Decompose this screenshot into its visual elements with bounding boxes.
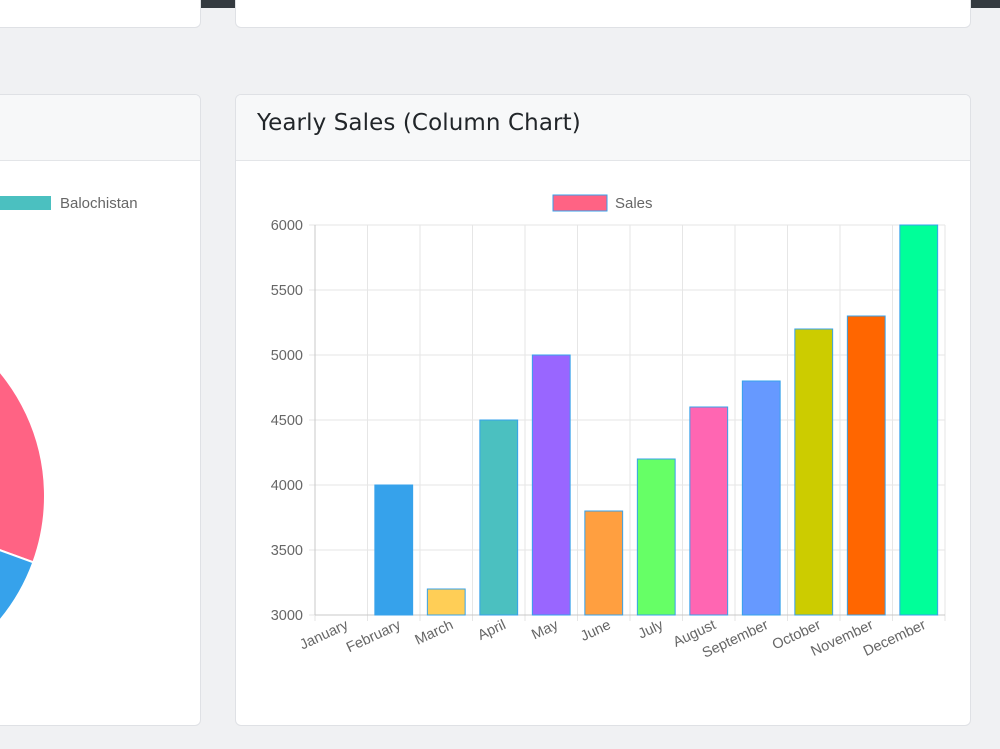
bar-june[interactable]: [584, 510, 624, 616]
x-tick-label: January: [297, 617, 351, 654]
x-tick-label: February: [344, 617, 404, 656]
legend-swatch-balochistan[interactable]: [0, 196, 51, 210]
bar-march[interactable]: [426, 588, 466, 616]
x-tick-label: June: [578, 617, 613, 645]
legend-label-balochistan[interactable]: Balochistan: [60, 195, 138, 212]
pie-slices: [0, 314, 46, 622]
column-chart: 3000 3500 4000 4500 5000 5500 6000 JanuaryFebr…: [271, 194, 946, 662]
y-tick-label: 6000: [271, 218, 303, 234]
pie-chart: Balochistan: [0, 195, 138, 622]
y-tick-label: 4000: [271, 478, 303, 494]
card-title: Yearly Sales (Column Chart): [257, 110, 581, 136]
x-tick-label: July: [636, 617, 667, 643]
x-axis-ticks: JanuaryFebruary March April May June July Augu…: [297, 617, 928, 662]
bar-july[interactable]: [636, 458, 676, 616]
bar-card-header: Yearly Sales (Column Chart): [236, 95, 970, 161]
y-axis-ticks: 3000 3500 4000 4500 5000 5500 6000: [271, 218, 303, 624]
y-tick-label: 3500: [271, 543, 303, 559]
y-tick-label: 5500: [271, 283, 303, 299]
top-left-card: [0, 0, 201, 28]
y-tick-label: 3000: [271, 608, 303, 624]
top-right-card: [235, 0, 971, 28]
x-tick-label: April: [475, 617, 508, 644]
bar-september[interactable]: [741, 380, 781, 616]
x-tick-label: March: [413, 617, 456, 649]
y-tick-label: 5000: [271, 348, 303, 364]
pie-card-header: [0, 95, 200, 161]
y-tick-label: 4500: [271, 413, 303, 429]
pie-slice-1[interactable]: [0, 314, 46, 564]
bar-february[interactable]: [374, 484, 414, 616]
chart-legend: Sales: [552, 194, 653, 212]
bar-august[interactable]: [689, 406, 729, 616]
legend-label-sales[interactable]: Sales: [615, 195, 653, 212]
pie-chart-card: Balochistan: [0, 94, 201, 726]
bar-october[interactable]: [794, 328, 834, 616]
legend-swatch-sales[interactable]: [552, 194, 608, 212]
column-chart-card: Yearly Sales (Column Chart) 3000 3500 4000…: [235, 94, 971, 726]
x-tick-label: May: [529, 617, 561, 643]
bar-december[interactable]: [899, 224, 939, 616]
bar-april[interactable]: [479, 419, 519, 616]
bar-may[interactable]: [531, 354, 571, 616]
bar-november[interactable]: [846, 315, 886, 616]
